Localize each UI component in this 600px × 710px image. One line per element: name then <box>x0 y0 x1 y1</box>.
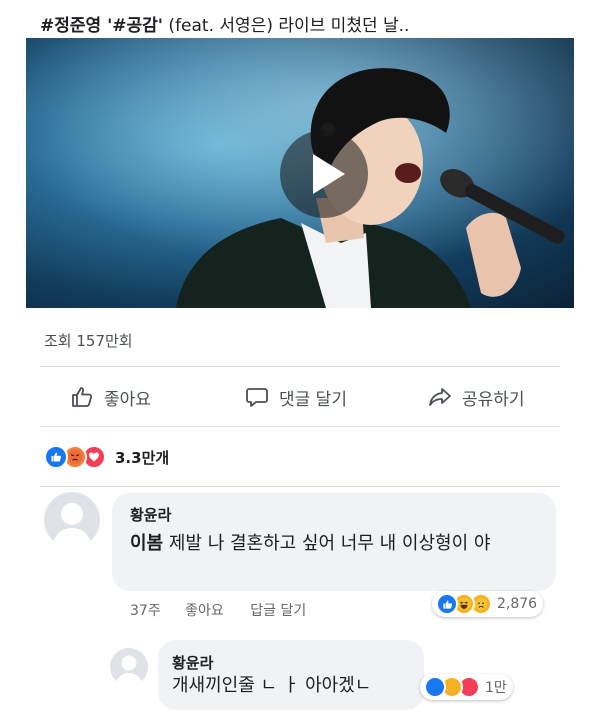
avatar[interactable] <box>110 648 148 686</box>
view-count: 조회 157만회 <box>44 332 133 350</box>
comment-time[interactable]: 37주 <box>130 603 161 619</box>
like-reaction-icon <box>436 593 458 615</box>
comment-reaction-count: 2,876 <box>497 596 538 612</box>
comment-text: 개새끼인줄 ㄴ ㅏ 아아겠ㄴ <box>172 675 372 696</box>
thumbs-up-icon <box>72 387 93 407</box>
default-avatar-icon <box>52 503 92 548</box>
comment-reply-button[interactable]: 답글 달기 <box>250 603 306 619</box>
default-avatar-icon <box>115 655 143 686</box>
comment-icon <box>246 388 268 407</box>
comment-body: 제발 나 결혼하고 싶어 너무 내 이상형이 야 <box>163 533 491 554</box>
comment-like-button[interactable]: 좋아요 <box>185 603 224 619</box>
reactions-summary[interactable]: 3.3만개 <box>44 444 169 470</box>
like-reaction-icon <box>44 445 68 469</box>
like-label: 좋아요 <box>104 389 151 410</box>
like-reaction-icon <box>424 676 446 698</box>
comment-reactions[interactable]: 2,876 <box>432 591 544 617</box>
post-title-tags[interactable]: #정준영 '#공감' <box>40 16 163 36</box>
share-button[interactable]: 공유하기 <box>428 372 525 422</box>
play-button[interactable] <box>280 130 368 218</box>
divider <box>40 426 560 427</box>
share-label: 공유하기 <box>462 389 525 410</box>
comment-reaction-count: 1만 <box>485 680 507 696</box>
avatar[interactable] <box>44 492 100 548</box>
mention-link[interactable]: 이봄 <box>130 533 163 554</box>
post-title: #정준영 '#공감' (feat. 서영은) 라이브 미쳤던 날.. <box>40 11 409 36</box>
action-bar: 좋아요 댓글 달기 공유하기 <box>40 372 560 422</box>
comment-text: 이봄 제발 나 결혼하고 싶어 너무 내 이상형이 야 <box>130 530 544 557</box>
post-title-text: (feat. 서영은) 라이브 미쳤던 날.. <box>163 16 410 36</box>
divider <box>40 486 560 487</box>
share-icon <box>429 388 451 406</box>
play-icon <box>313 154 345 194</box>
comment-reactions[interactable]: 1만 <box>420 674 513 700</box>
comment-label: 댓글 달기 <box>279 389 347 410</box>
divider <box>40 366 560 367</box>
reactions-count: 3.3만개 <box>115 448 170 467</box>
comment-author[interactable]: 황윤라 <box>130 504 171 525</box>
comment-button[interactable]: 댓글 달기 <box>245 372 347 422</box>
comment-author[interactable]: 황윤라 <box>172 652 213 673</box>
comment-meta: 37주 좋아요 답글 달기 <box>130 600 306 620</box>
video-player[interactable] <box>26 38 574 308</box>
like-button[interactable]: 좋아요 <box>70 372 151 422</box>
